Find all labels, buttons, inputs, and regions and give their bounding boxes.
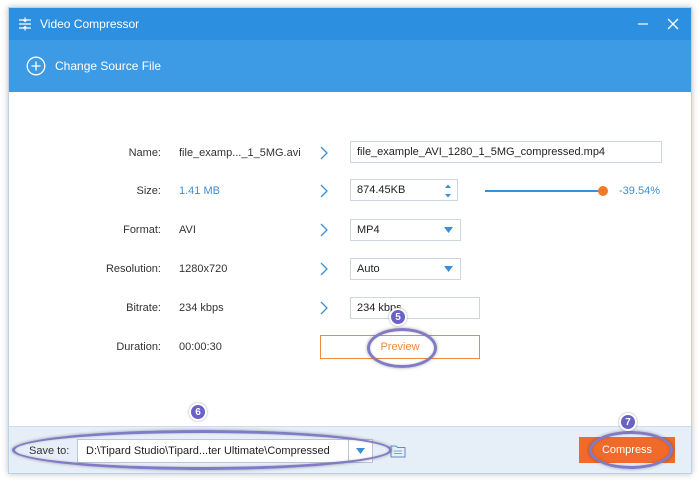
chevron-right-icon xyxy=(320,146,328,160)
resolution-select-value: Auto xyxy=(357,263,380,275)
video-compressor-window: Video Compressor Change Source File Name… xyxy=(8,7,692,474)
compress-highlight-ellipse xyxy=(589,431,673,469)
size-label: Size: xyxy=(136,185,161,197)
chevron-right-icon xyxy=(320,262,328,276)
source-format-value: AVI xyxy=(179,224,196,236)
duration-label: Duration: xyxy=(116,341,161,353)
size-slider-thumb[interactable] xyxy=(598,186,608,196)
source-size-value: 1.41 MB xyxy=(179,185,220,197)
step-badge-5: 5 xyxy=(389,308,407,326)
format-select[interactable]: MP4 xyxy=(350,219,461,241)
save-to-highlight-ellipse xyxy=(12,430,392,470)
title-bar: Video Compressor xyxy=(9,8,691,40)
size-percent: -39.54% xyxy=(619,185,660,197)
output-name-text: file_example_AVI_1280_1_5MG_compressed.m… xyxy=(357,146,606,158)
output-size-text: 874.45KB xyxy=(357,184,406,196)
name-label: Name: xyxy=(128,147,161,159)
chevron-right-icon xyxy=(320,301,328,315)
bitrate-label: Bitrate: xyxy=(126,302,161,314)
bitrate-input[interactable]: 234 kbps xyxy=(350,297,480,319)
change-source-label: Change Source File xyxy=(55,59,162,73)
output-name-input[interactable]: file_example_AVI_1280_1_5MG_compressed.m… xyxy=(350,141,662,163)
output-size-stepper[interactable]: 874.45KB xyxy=(350,179,458,201)
window-title: Video Compressor xyxy=(40,17,140,31)
source-bitrate-value: 234 kbps xyxy=(179,302,224,314)
add-circle-icon xyxy=(26,56,46,76)
resolution-select[interactable]: Auto xyxy=(350,258,461,280)
spinner-arrows-icon[interactable] xyxy=(443,182,453,200)
minimize-icon[interactable] xyxy=(635,16,651,32)
chevron-right-icon xyxy=(320,223,328,237)
source-name-value: file_examp..._1_5MG.avi xyxy=(179,147,301,159)
dropdown-arrow-icon xyxy=(444,227,453,233)
folder-icon[interactable] xyxy=(390,444,406,458)
step-badge-7: 7 xyxy=(619,413,637,431)
chevron-right-icon xyxy=(320,184,328,198)
size-slider-track[interactable] xyxy=(485,190,603,192)
format-select-value: MP4 xyxy=(357,224,380,236)
source-resolution-value: 1280x720 xyxy=(179,263,228,275)
format-label: Format: xyxy=(123,224,161,236)
dropdown-arrow-icon xyxy=(444,266,453,272)
change-source-button[interactable]: Change Source File xyxy=(9,40,691,92)
step-badge-6: 6 xyxy=(189,403,207,421)
preview-highlight-ellipse xyxy=(367,328,437,368)
close-icon[interactable] xyxy=(665,16,681,32)
source-duration-value: 00:00:30 xyxy=(179,341,222,353)
resolution-label: Resolution: xyxy=(105,263,161,275)
compressor-app-icon xyxy=(19,17,31,31)
